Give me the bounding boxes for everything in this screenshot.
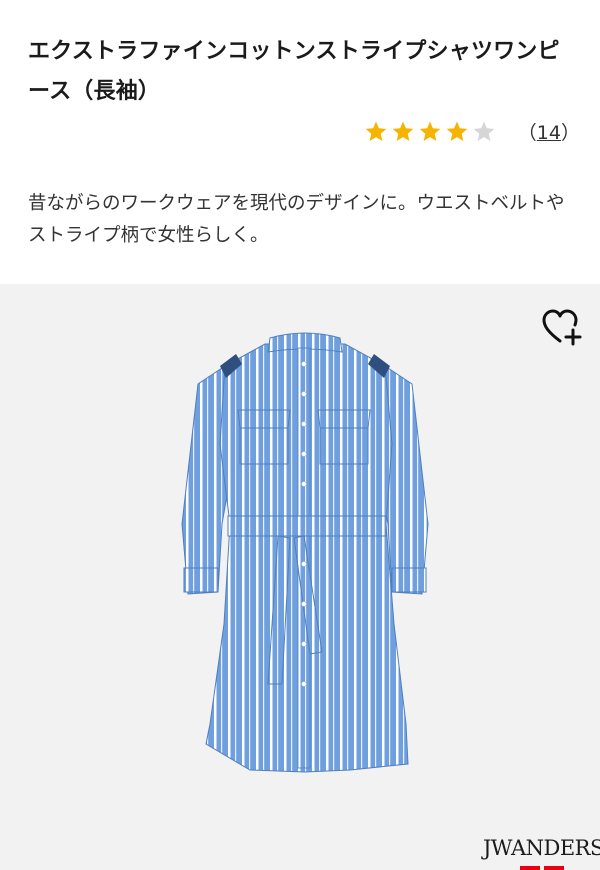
brand-logo: JWANDERSON: [483, 836, 600, 860]
review-count-open: （: [517, 122, 537, 144]
product-description: 昔ながらのワークウェアを現代のデザインに。ウエストベルトやストライプ柄で女性らし…: [28, 193, 565, 246]
star-filled-icon: [392, 121, 414, 141]
brand-mark: [520, 866, 564, 870]
product-image[interactable]: JWANDERSON: [0, 284, 600, 870]
star-filled-icon: [419, 121, 441, 141]
product-title: エクストラファインコットンストライプシャツワンピース（長袖）: [28, 39, 560, 104]
review-count-close: ）: [560, 122, 580, 144]
star-rating: [364, 120, 496, 144]
star-filled-icon: [365, 121, 387, 141]
star-empty-icon: [473, 121, 495, 141]
heart-plus-icon: [542, 309, 582, 346]
favorite-button[interactable]: [540, 306, 582, 348]
rating-row[interactable]: （14）: [364, 118, 580, 145]
review-count[interactable]: （14）: [518, 118, 580, 145]
shirt-dress-image: [181, 332, 429, 773]
star-filled-icon: [446, 121, 468, 141]
review-count-number[interactable]: 14: [537, 122, 561, 144]
product-header: エクストラファインコットンストライプシャツワンピース（長袖） （14） 昔ながら…: [0, 0, 600, 250]
